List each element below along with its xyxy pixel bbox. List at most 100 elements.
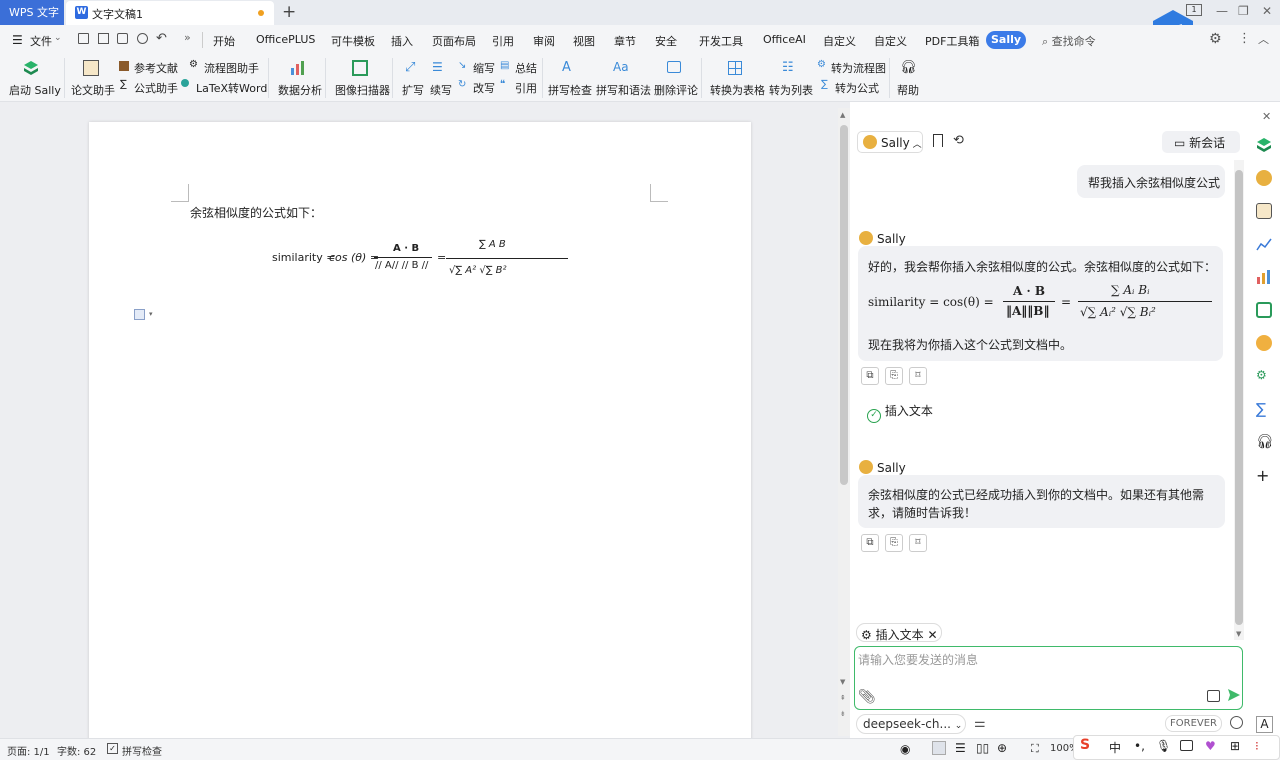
- rail-add-icon[interactable]: +: [1256, 468, 1272, 484]
- menu-custom-2[interactable]: 自定义: [874, 33, 907, 49]
- help-button[interactable]: 帮助: [897, 82, 919, 98]
- insert-text-chip[interactable]: ⚙ 插入文本 ✕: [856, 623, 942, 642]
- chip-close-icon[interactable]: ✕: [927, 628, 937, 642]
- rail-palette-icon[interactable]: [1256, 335, 1272, 351]
- rail-line-chart-icon[interactable]: [1256, 236, 1272, 252]
- rail-sally-icon[interactable]: [1256, 137, 1272, 153]
- menu-custom-1[interactable]: 自定义: [823, 33, 856, 49]
- rail-chat-icon[interactable]: [1256, 170, 1272, 186]
- convert-to-table-button[interactable]: 转换为表格: [710, 82, 765, 98]
- copy-icon[interactable]: ⧉: [861, 534, 879, 552]
- convert-to-flowchart-button[interactable]: 转为流程图: [831, 60, 886, 76]
- prev-page-icon[interactable]: ⇞: [840, 694, 846, 702]
- document-scrollbar-thumb[interactable]: [840, 125, 848, 485]
- menu-file[interactable]: 文件: [30, 33, 52, 49]
- assistant-selector[interactable]: Sally ︿: [857, 131, 923, 153]
- convert-to-formula-button[interactable]: 转为公式: [835, 80, 879, 96]
- document-page[interactable]: [89, 122, 751, 752]
- expand-button[interactable]: 扩写: [402, 82, 424, 98]
- document-intro-text[interactable]: 余弦相似度的公式如下：: [190, 204, 322, 221]
- menu-insert[interactable]: 插入: [391, 33, 413, 49]
- collapse-ribbon-icon[interactable]: ︿: [1258, 31, 1269, 47]
- shorten-button[interactable]: 缩写: [473, 60, 495, 76]
- app-tab[interactable]: WPS 文字: [0, 0, 64, 25]
- rail-help-icon[interactable]: 🎧︎: [1256, 434, 1274, 450]
- rail-bar-chart-icon[interactable]: [1256, 269, 1272, 285]
- flowchart-assistant-button[interactable]: 流程图助手: [204, 60, 259, 76]
- menu-review[interactable]: 审阅: [533, 33, 555, 49]
- spell-grammar-button[interactable]: 拼写和语法: [596, 82, 651, 98]
- delete-comments-button[interactable]: 删除评论: [654, 82, 698, 98]
- prompt-icon[interactable]: [1207, 690, 1220, 702]
- command-search[interactable]: ⌕ 查找命令: [1042, 33, 1096, 49]
- reading-view-icon[interactable]: ▯▯: [976, 741, 989, 755]
- undo-icon[interactable]: ↶: [156, 31, 167, 46]
- menu-security[interactable]: 安全: [655, 33, 677, 49]
- document-formula[interactable]: similarity = cos (θ) = A · B // A// // B…: [272, 237, 572, 289]
- paste-options-icon[interactable]: [134, 309, 145, 320]
- fit-width-icon[interactable]: ⛶: [1031, 742, 1039, 756]
- model-settings-icon[interactable]: ⚌: [974, 716, 986, 731]
- copy-icon[interactable]: ⧉: [861, 367, 879, 385]
- paste-options-chevron-icon[interactable]: ▾: [149, 310, 153, 318]
- ime-chinese-icon[interactable]: 中: [1109, 739, 1121, 756]
- menu-section[interactable]: 章节: [614, 33, 636, 49]
- page-count[interactable]: 页面: 1/1: [7, 743, 50, 758]
- message-input[interactable]: 请输入您要发送的消息: [858, 651, 978, 668]
- send-icon[interactable]: [1227, 688, 1241, 702]
- new-tab-button[interactable]: +: [282, 2, 296, 22]
- save-icon[interactable]: [78, 33, 89, 44]
- rail-thesis-icon[interactable]: [1256, 203, 1272, 219]
- menu-developer[interactable]: 开发工具: [699, 33, 743, 49]
- forever-badge[interactable]: FOREVER: [1165, 715, 1222, 732]
- thesis-assistant-button[interactable]: 论文助手: [71, 82, 115, 98]
- scroll-down-icon[interactable]: ▼: [840, 678, 845, 686]
- close-window-icon[interactable]: ✕: [1262, 4, 1272, 18]
- panel-scrollbar-thumb[interactable]: [1235, 170, 1243, 625]
- theme-icon[interactable]: [1230, 716, 1243, 729]
- export-icon[interactable]: [98, 33, 109, 44]
- continue-button[interactable]: 续写: [430, 82, 452, 98]
- rail-flowchart-icon[interactable]: ⚙: [1256, 368, 1272, 384]
- image-scanner-button[interactable]: 图像扫描器: [335, 82, 390, 98]
- word-count[interactable]: 字数: 62: [57, 743, 96, 758]
- panel-scroll-down-icon[interactable]: ▼: [1236, 630, 1241, 638]
- ime-skin-icon[interactable]: ♥: [1205, 739, 1216, 753]
- eye-icon[interactable]: ◉: [900, 742, 910, 756]
- summary-button[interactable]: 总结: [515, 60, 537, 76]
- menu-officeai[interactable]: OfficeAI: [763, 33, 806, 46]
- start-sally-button[interactable]: 启动 Sally: [9, 82, 61, 98]
- data-analysis-button[interactable]: 数据分析: [278, 82, 322, 98]
- scroll-up-icon[interactable]: ▲: [840, 111, 845, 119]
- latex-to-word-button[interactable]: LaTeX转Word: [196, 80, 267, 96]
- menu-view[interactable]: 视图: [573, 33, 595, 49]
- spellcheck-button[interactable]: 拼写检查: [548, 82, 592, 98]
- menu-references[interactable]: 引用: [492, 33, 514, 49]
- attach-icon[interactable]: 📎︎: [858, 689, 876, 705]
- menu-officeplus[interactable]: OfficePLUS: [256, 33, 315, 46]
- references-button[interactable]: 参考文献: [134, 60, 178, 76]
- spellcheck-status[interactable]: 拼写检查: [122, 743, 162, 758]
- menu-sally[interactable]: Sally: [986, 31, 1026, 49]
- preview-icon[interactable]: [137, 33, 148, 44]
- insert-icon[interactable]: ⎘: [885, 534, 903, 552]
- more-options-icon[interactable]: ⋮: [1238, 31, 1251, 46]
- save-bookmark-icon[interactable]: ⌑: [909, 534, 927, 552]
- menu-home[interactable]: 开始: [213, 33, 235, 49]
- print-icon[interactable]: [117, 33, 128, 44]
- more-chevron-icon[interactable]: »: [184, 31, 191, 44]
- formula-assistant-button[interactable]: 公式助手: [134, 80, 178, 96]
- rail-formula-icon[interactable]: ∑: [1256, 401, 1272, 417]
- quote-button[interactable]: 引用: [515, 80, 537, 96]
- settings-gear-icon[interactable]: ⚙: [1209, 31, 1222, 47]
- minimize-icon[interactable]: —: [1216, 4, 1228, 18]
- ime-grid-icon[interactable]: ⊞: [1230, 739, 1240, 753]
- menu-pdf-tools[interactable]: PDF工具箱: [925, 33, 979, 49]
- page-view-icon[interactable]: [932, 741, 946, 755]
- badge-icon[interactable]: 1: [1186, 4, 1202, 16]
- hamburger-icon[interactable]: ☰: [12, 33, 23, 47]
- ime-punct-icon[interactable]: •,: [1134, 739, 1145, 753]
- model-selector[interactable]: deepseek-ch... ⌄: [856, 714, 966, 734]
- rewrite-button[interactable]: 改写: [473, 80, 495, 96]
- ime-mic-icon[interactable]: 🎙︎: [1156, 739, 1171, 753]
